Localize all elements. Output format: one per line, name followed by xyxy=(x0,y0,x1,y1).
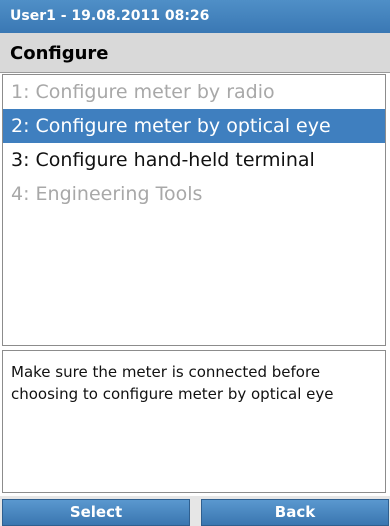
menu-item-configure-by-optical-eye[interactable]: 2: Configure meter by optical eye xyxy=(3,109,385,143)
menu-item-label: 3: Configure hand-held terminal xyxy=(11,149,315,171)
select-button[interactable]: Select xyxy=(2,499,190,526)
info-text: Make sure the meter is connected before … xyxy=(11,363,334,403)
page-title-bar: Configure xyxy=(0,33,390,73)
page-title: Configure xyxy=(10,43,109,64)
back-button[interactable]: Back xyxy=(201,499,389,526)
menu-item-configure-by-radio[interactable]: 1: Configure meter by radio xyxy=(3,75,385,109)
menu-item-engineering-tools[interactable]: 4: Engineering Tools xyxy=(3,177,385,211)
status-bar: User1 - 19.08.2011 08:26 xyxy=(0,0,390,33)
info-panel: Make sure the meter is connected before … xyxy=(2,350,386,493)
softkey-bar: Select Back xyxy=(0,496,390,526)
menu-item-label: 2: Configure meter by optical eye xyxy=(11,115,331,137)
menu-list: 1: Configure meter by radio 2: Configure… xyxy=(2,74,386,346)
menu-item-label: 4: Engineering Tools xyxy=(11,183,203,205)
menu-item-configure-hand-held-terminal[interactable]: 3: Configure hand-held terminal xyxy=(3,143,385,177)
menu-item-label: 1: Configure meter by radio xyxy=(11,81,275,103)
status-text: User1 - 19.08.2011 08:26 xyxy=(10,8,210,24)
